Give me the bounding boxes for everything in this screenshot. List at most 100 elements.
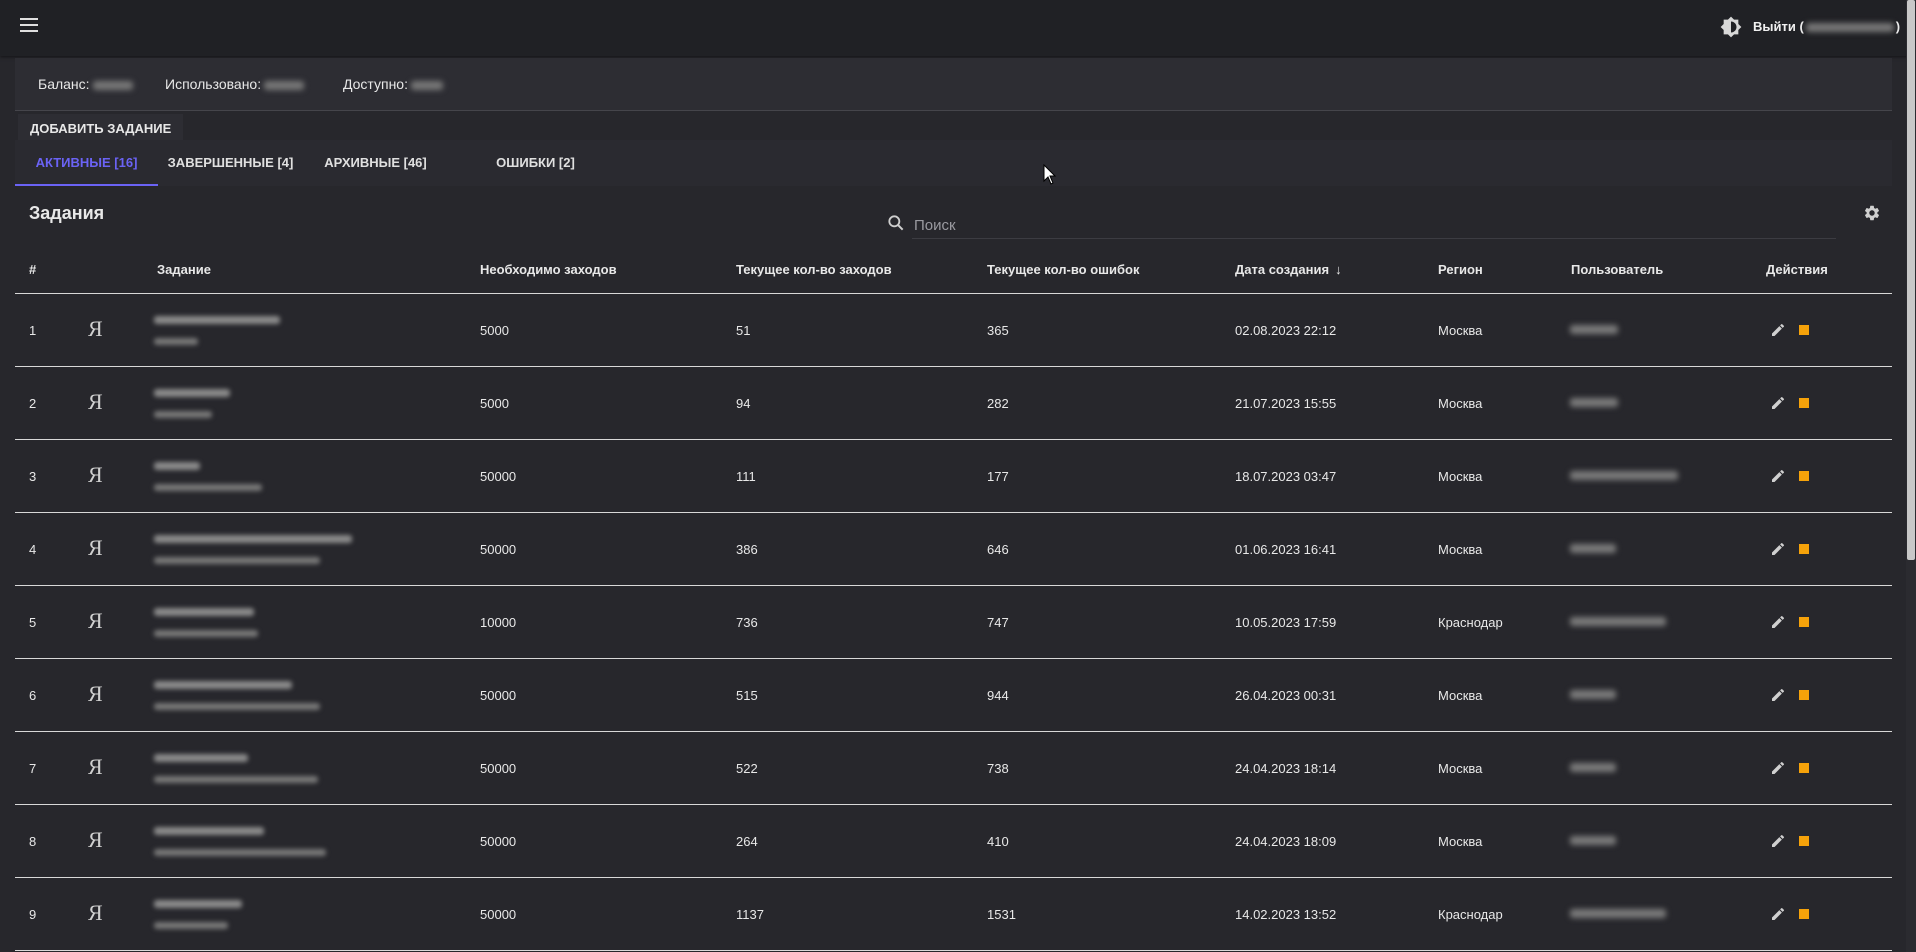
stop-icon[interactable] [1799, 763, 1809, 773]
current-errors: 282 [987, 396, 1009, 411]
panel-title: Задания [29, 203, 105, 223]
row-number: 3 [29, 469, 37, 484]
task-name-redacted [154, 754, 248, 762]
gear-icon[interactable] [1863, 204, 1881, 222]
stop-icon[interactable] [1799, 398, 1809, 408]
task-url-redacted [154, 338, 198, 345]
column-header-task[interactable]: Задание [157, 262, 211, 277]
created-date: 26.04.2023 00:31 [1235, 688, 1337, 703]
table-row[interactable]: 9 Я 50000 1137 1531 14.02.2023 13:52 Краснодар [15, 878, 1892, 951]
table-row[interactable]: 1 Я 5000 51 365 02.08.2023 22:12 Москва [15, 294, 1892, 367]
table-row[interactable]: 8 Я 50000 264 410 24.04.2023 18:09 Москва [15, 805, 1892, 878]
tab-archived[interactable]: АРХИВНЫЕ [46] [303, 140, 448, 186]
table-row[interactable]: 2 Я 5000 94 282 21.07.2023 15:55 Москва [15, 367, 1892, 440]
tab-active[interactable]: АКТИВНЫЕ [16] [15, 140, 158, 186]
stop-icon[interactable] [1799, 325, 1809, 335]
table-row[interactable]: 3 Я 50000 111 177 18.07.2023 03:47 Москва [15, 440, 1892, 513]
current-errors: 646 [987, 542, 1009, 557]
available-label: Доступно: [343, 76, 408, 92]
sort-arrow-icon: ↓ [1335, 262, 1342, 277]
column-header-user[interactable]: Пользователь [1571, 262, 1663, 277]
stop-icon[interactable] [1799, 617, 1809, 627]
edit-icon[interactable] [1770, 687, 1786, 703]
created-date: 21.07.2023 15:55 [1235, 396, 1337, 411]
mouse-cursor-icon [1043, 164, 1057, 185]
user-redacted [1570, 836, 1616, 845]
edit-icon[interactable] [1770, 322, 1786, 338]
task-url-redacted [154, 411, 212, 418]
current-visits: 94 [736, 396, 751, 411]
created-date: 14.02.2023 13:52 [1235, 907, 1337, 922]
task-url-redacted [154, 703, 320, 710]
row-number: 9 [29, 907, 37, 922]
current-errors: 738 [987, 761, 1009, 776]
column-header-region[interactable]: Регион [1438, 262, 1483, 277]
edit-icon[interactable] [1770, 468, 1786, 484]
stop-icon[interactable] [1799, 909, 1809, 919]
user-redacted [1570, 325, 1618, 334]
current-errors: 410 [987, 834, 1009, 849]
available-info: Доступно: [343, 76, 443, 92]
column-header-required[interactable]: Необходимо заходов [480, 262, 617, 277]
task-url-redacted [154, 557, 320, 564]
table-row[interactable]: 7 Я 50000 522 738 24.04.2023 18:14 Москва [15, 732, 1892, 805]
current-visits: 386 [736, 542, 758, 557]
yandex-icon: Я [88, 608, 103, 633]
created-date: 24.04.2023 18:09 [1235, 834, 1337, 849]
row-number: 7 [29, 761, 37, 776]
theme-toggle-icon[interactable] [1720, 16, 1742, 38]
menu-icon[interactable] [20, 18, 38, 36]
table-header: # Задание Необходимо заходов Текущее кол… [15, 250, 1892, 294]
column-header-visits[interactable]: Текущее кол-во заходов [736, 262, 892, 277]
used-value-redacted [264, 80, 305, 90]
current-errors: 177 [987, 469, 1009, 484]
row-number: 5 [29, 615, 37, 630]
row-number: 4 [29, 542, 37, 557]
region: Москва [1438, 469, 1483, 484]
created-date: 18.07.2023 03:47 [1235, 469, 1337, 484]
required-visits: 50000 [480, 907, 517, 922]
current-errors: 944 [987, 688, 1009, 703]
username-redacted [1805, 23, 1894, 33]
yandex-icon: Я [88, 681, 103, 706]
required-visits: 50000 [480, 688, 517, 703]
required-visits: 10000 [480, 615, 517, 630]
task-name-redacted [154, 535, 352, 543]
search-input[interactable] [912, 212, 1836, 239]
table-row[interactable]: 6 Я 50000 515 944 26.04.2023 00:31 Москва [15, 659, 1892, 732]
edit-icon[interactable] [1770, 760, 1786, 776]
row-number: 2 [29, 396, 37, 411]
user-redacted [1570, 398, 1618, 407]
current-visits: 515 [736, 688, 758, 703]
edit-icon[interactable] [1770, 833, 1786, 849]
edit-icon[interactable] [1770, 541, 1786, 557]
yandex-icon: Я [88, 827, 103, 852]
scrollbar[interactable] [1906, 0, 1916, 952]
column-header-created[interactable]: Дата создания ↓ [1235, 262, 1342, 277]
yandex-icon: Я [88, 535, 103, 560]
region: Москва [1438, 542, 1483, 557]
logout-button[interactable]: Выйти () [1753, 19, 1900, 34]
balance-bar: Баланс: Использовано: Доступно: [15, 58, 1892, 111]
column-header-errors[interactable]: Текущее кол-во ошибок [987, 262, 1139, 277]
table-row[interactable]: 5 Я 10000 736 747 10.05.2023 17:59 Краснодар [15, 586, 1892, 659]
stop-icon[interactable] [1799, 690, 1809, 700]
required-visits: 50000 [480, 834, 517, 849]
tab-errors[interactable]: ОШИБКИ [2] [448, 140, 623, 186]
task-url-redacted [154, 922, 228, 929]
user-redacted [1570, 544, 1616, 553]
column-header-number[interactable]: # [29, 262, 36, 277]
stop-icon[interactable] [1799, 544, 1809, 554]
logout-label-end: ) [1895, 19, 1901, 34]
stop-icon[interactable] [1799, 836, 1809, 846]
edit-icon[interactable] [1770, 395, 1786, 411]
scrollbar-thumb[interactable] [1907, 0, 1915, 560]
yandex-icon: Я [88, 900, 103, 925]
table-row[interactable]: 4 Я 50000 386 646 01.06.2023 16:41 Москва [15, 513, 1892, 586]
edit-icon[interactable] [1770, 906, 1786, 922]
tab-completed[interactable]: ЗАВЕРШЕННЫЕ [4] [158, 140, 303, 186]
required-visits: 5000 [480, 323, 509, 338]
task-url-redacted [154, 776, 318, 783]
edit-icon[interactable] [1770, 614, 1786, 630]
stop-icon[interactable] [1799, 471, 1809, 481]
